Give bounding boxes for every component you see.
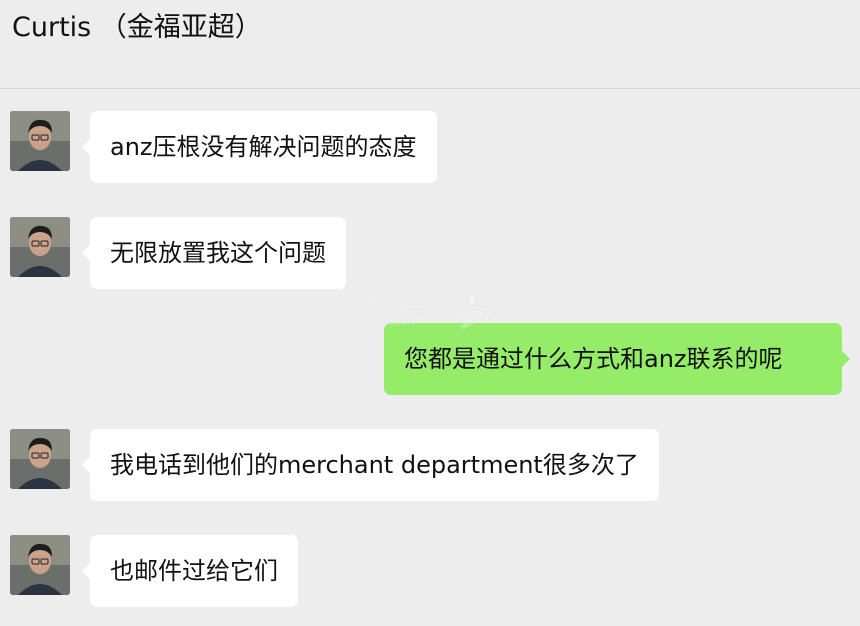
- runner-logo-icon: [450, 294, 491, 330]
- person-avatar-icon: [10, 429, 70, 489]
- message-list[interactable]: anz压根没有解决问题的态度 无限放置我这个问题 您都是通过什么方式和anz联系…: [0, 89, 860, 626]
- person-avatar-icon: [10, 217, 70, 277]
- incoming-message-bubble[interactable]: 也邮件过给它们: [82, 535, 298, 607]
- incoming-message-bubble[interactable]: 我电话到他们的merchant department很多次了: [82, 429, 659, 501]
- avatar[interactable]: [10, 429, 70, 489]
- watermark-text: 海外掘金: [360, 296, 425, 315]
- avatar[interactable]: [10, 111, 70, 171]
- watermark: 海外掘金 Jinyabian: [360, 292, 510, 338]
- chat-header: Curtis （金福亚超）: [0, 0, 860, 89]
- incoming-message-bubble[interactable]: 无限放置我这个问题: [82, 217, 346, 289]
- person-avatar-icon: [10, 535, 70, 595]
- person-avatar-icon: [10, 111, 70, 171]
- watermark-subtext: Jinyabian: [360, 314, 415, 328]
- avatar[interactable]: [10, 217, 70, 277]
- chat-title: Curtis （金福亚超）: [12, 12, 262, 43]
- incoming-message-bubble[interactable]: anz压根没有解决问题的态度: [82, 111, 437, 183]
- avatar[interactable]: [10, 535, 70, 595]
